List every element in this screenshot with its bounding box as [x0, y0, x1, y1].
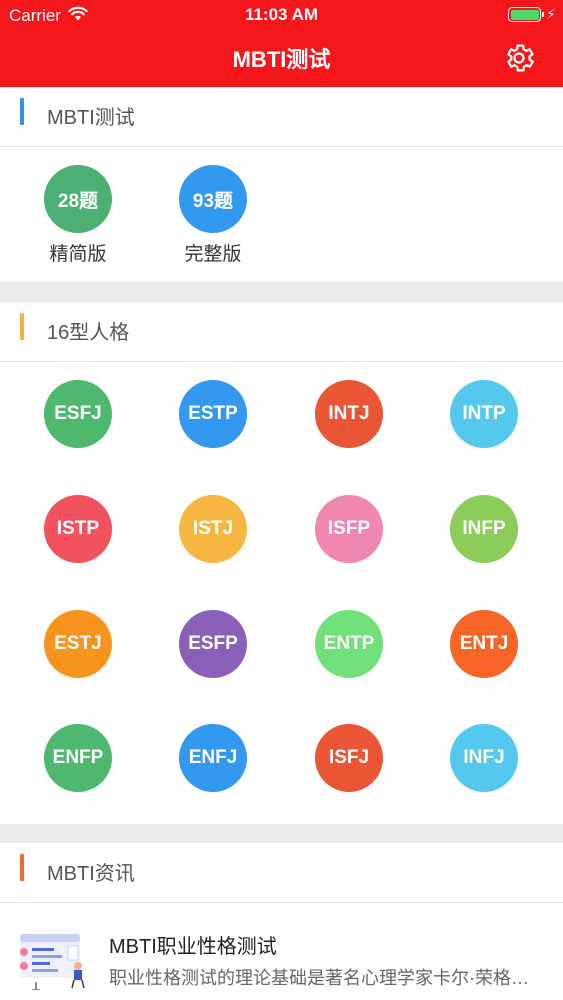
charging-bolt-icon: ⚡ — [546, 6, 556, 22]
page-title: MBTI测试 — [232, 47, 331, 72]
section-accent-bar — [20, 313, 24, 340]
type-estp-button[interactable]: ESTP — [179, 380, 247, 448]
section-title: MBTI资讯 — [47, 863, 135, 885]
status-time: 11:03 AM — [244, 5, 319, 24]
battery-tip — [542, 12, 544, 17]
news-snippet: 职业性格测试的理论基础是著名心理学家卡尔·荣格的心理类型理论 — [109, 968, 545, 988]
test-label[interactable]: 精简版 — [28, 239, 128, 266]
type-infj-button[interactable]: INFJ — [450, 724, 518, 792]
type-intj-button[interactable]: INTJ — [315, 380, 383, 448]
battery-level — [510, 9, 539, 20]
type-enfj-button[interactable]: ENFJ — [179, 724, 247, 792]
test-badge[interactable]: 93题 — [179, 165, 247, 233]
type-enfp-button[interactable]: ENFP — [44, 724, 112, 792]
section-title: 16型人格 — [47, 322, 130, 344]
type-esfj-button[interactable]: ESFJ — [44, 380, 112, 448]
news-section-header: MBTI资讯 — [0, 843, 563, 903]
battery-icon — [508, 7, 541, 22]
type-intp-button[interactable]: INTP — [450, 380, 518, 448]
section-accent-bar — [20, 98, 24, 125]
nav-bar: Carrier 11:03 AM ⚡ MBTI测试 — [0, 0, 563, 87]
type-istp-button[interactable]: ISTP — [44, 495, 112, 563]
section-accent-bar — [20, 854, 24, 881]
types-section-header: 16型人格 — [0, 302, 563, 362]
type-infp-button[interactable]: INFP — [450, 495, 518, 563]
test-badge[interactable]: 28题 — [44, 165, 112, 233]
test-section: MBTI测试 28题 精简版 93题 完整版 — [0, 87, 563, 282]
news-title[interactable]: MBTI职业性格测试 — [109, 930, 277, 959]
test-label[interactable]: 完整版 — [163, 239, 263, 266]
type-isfp-button[interactable]: ISFP — [315, 495, 383, 563]
type-entp-button[interactable]: ENTP — [315, 610, 383, 678]
section-title: MBTI测试 — [47, 107, 135, 129]
type-esfp-button[interactable]: ESFP — [179, 610, 247, 678]
type-entj-button[interactable]: ENTJ — [450, 610, 518, 678]
career-illustration-icon — [20, 934, 85, 990]
type-estj-button[interactable]: ESTJ — [44, 610, 112, 678]
test-section-header: MBTI测试 — [0, 87, 563, 147]
gear-icon[interactable] — [502, 41, 536, 75]
type-istj-button[interactable]: ISTJ — [179, 495, 247, 563]
types-section: 16型人格 ESFJ ESTP INTJ INTP ISTP ISTJ ISFP INFP ES… — [0, 302, 563, 824]
type-isfj-button[interactable]: ISFJ — [315, 724, 383, 792]
status-bar: Carrier 11:03 AM ⚡ — [0, 0, 563, 30]
